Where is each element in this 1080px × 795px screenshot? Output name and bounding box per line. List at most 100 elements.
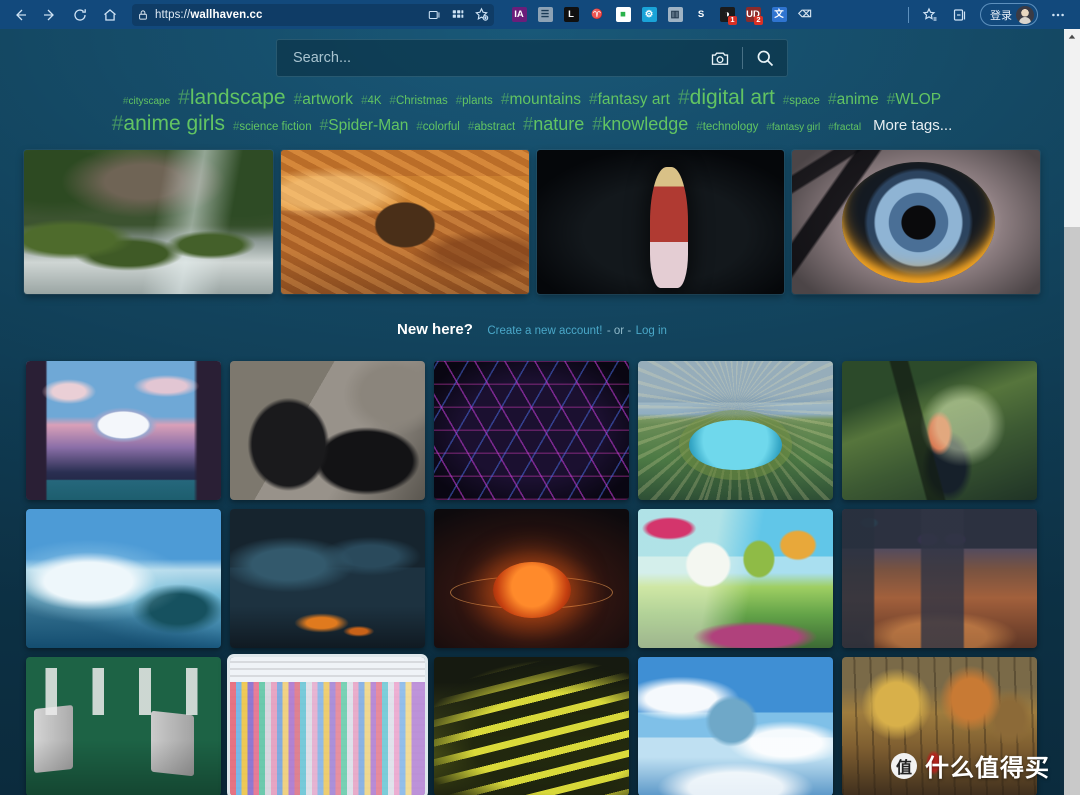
tag-anime-girls[interactable]: #anime girls — [112, 111, 225, 137]
featured-pinecone-autumn-leaves-image — [280, 150, 529, 295]
tag-fantasy-girl[interactable]: #fantasy girl — [766, 122, 820, 134]
hash-icon: # — [782, 95, 790, 107]
hash-icon: # — [696, 120, 703, 133]
thumb-autumn-forest-red-figure-image — [842, 657, 1037, 795]
thumb-yellow-terraced-steps-image — [434, 657, 629, 795]
browser-viewport: #cityscape #landscape #artwork #4K #Christma… — [0, 29, 1080, 795]
tag-nature[interactable]: #nature — [523, 114, 584, 136]
card-deck-right — [150, 710, 194, 777]
user-avatar[interactable] — [1016, 5, 1034, 24]
home-icon[interactable] — [96, 3, 124, 27]
scrollbar-thumb[interactable] — [1064, 29, 1080, 227]
camera-search-icon[interactable] — [698, 39, 742, 77]
hash-icon: # — [886, 91, 896, 108]
page-scrollbar[interactable] — [1064, 29, 1080, 795]
add-favorite-icon[interactable] — [474, 7, 489, 22]
more-options-icon[interactable] — [1044, 3, 1072, 27]
thumb-autumn-forest-red-figure[interactable] — [842, 657, 1037, 795]
thumb-stormy-clouds-fire[interactable] — [230, 509, 425, 649]
thumb-crater-lake-landscape[interactable] — [638, 361, 833, 501]
search-input[interactable] — [293, 50, 698, 66]
firefox-shield-extension[interactable]: ♈ — [584, 3, 610, 27]
thumb-spring-blossom-tree[interactable] — [638, 509, 833, 649]
create-account-link[interactable]: Create a new account! — [487, 325, 602, 337]
login-button[interactable]: 登录 — [980, 3, 1038, 26]
green-note-extension-glyph: ■ — [615, 7, 631, 22]
forward-arrow-icon[interactable] — [36, 3, 64, 27]
tag-colorful[interactable]: #colorful — [416, 120, 459, 134]
thumb-red-planet-ring-castle[interactable] — [434, 509, 629, 649]
thumb-neon-hexagon-abstract[interactable] — [434, 361, 629, 501]
thumb-anime-girls-group[interactable] — [230, 657, 425, 795]
featured-pinecone-autumn-leaves[interactable] — [280, 150, 529, 295]
thumb-anime-sky-mountain[interactable] — [638, 657, 833, 795]
tag-landscape[interactable]: #landscape — [178, 85, 285, 111]
green-note-extension[interactable]: ■ — [610, 3, 636, 27]
blue-gear-extension[interactable]: ⚙ — [636, 3, 662, 27]
tag-cityscape[interactable]: #cityscape — [123, 96, 170, 108]
hash-icon: # — [588, 91, 598, 108]
clipboard-extension[interactable]: ⌫ — [792, 3, 818, 27]
tag-wlop[interactable]: #WLOP — [887, 91, 941, 110]
more-tags-link[interactable]: More tags... — [873, 117, 952, 135]
featured-fire-eye-closeup[interactable] — [792, 150, 1040, 295]
log-in-link[interactable]: Log in — [636, 325, 667, 337]
tag-fantasy-art[interactable]: #fantasy art — [589, 91, 670, 110]
tag-technology[interactable]: #technology — [696, 120, 758, 134]
thumb-pixel-cyberpunk-city[interactable] — [842, 509, 1037, 649]
s-extension-glyph: S — [697, 8, 705, 20]
book-extension[interactable]: ▥ — [662, 3, 688, 27]
tag-digital-art[interactable]: #digital art — [678, 85, 775, 111]
tag-anime[interactable]: #anime — [828, 91, 879, 110]
search-icon[interactable] — [743, 39, 787, 77]
internet-archive-extension-glyph: IA — [511, 7, 527, 22]
thumb-pixel-fuji-sunset[interactable] — [26, 361, 221, 501]
tag-knowledge[interactable]: #knowledge — [592, 114, 688, 136]
new-here-bar: New here? Create a new account! - or - L… — [0, 294, 1064, 361]
hash-icon: # — [455, 95, 463, 107]
featured-banner — [0, 136, 1064, 295]
tag-4k[interactable]: #4K — [361, 94, 381, 108]
hash-icon: # — [592, 113, 603, 134]
s-extension[interactable]: S — [688, 3, 714, 27]
tag-artwork[interactable]: #artwork — [294, 91, 353, 110]
translate-extension[interactable]: 文 — [766, 3, 792, 27]
internet-archive-extension[interactable]: IA — [506, 3, 532, 27]
new-here-title: New here? — [397, 321, 473, 339]
thumb-yellow-terraced-steps[interactable] — [434, 657, 629, 795]
featured-mossy-watermill-stream[interactable] — [24, 150, 273, 295]
tag-plants[interactable]: #plants — [456, 94, 493, 108]
tag-abstract[interactable]: #abstract — [468, 120, 515, 134]
collections-icon[interactable] — [946, 3, 974, 27]
hash-icon: # — [389, 95, 396, 107]
tag-christmas[interactable]: #Christmas — [390, 94, 448, 108]
thumb-redhead-swordswoman-forest[interactable] — [842, 361, 1037, 501]
dictionary-extension[interactable]: L — [558, 3, 584, 27]
split-screen-icon[interactable] — [428, 8, 442, 22]
tag-mountains[interactable]: #mountains — [501, 91, 581, 110]
tag-science-fiction[interactable]: #science fiction — [233, 120, 312, 134]
thumb-woman-black-dress-sofa[interactable] — [230, 361, 425, 501]
ud-dictionary-extension[interactable]: UD 2 — [740, 3, 766, 27]
thumb-solitaire-card-table[interactable] — [26, 657, 221, 795]
back-arrow-icon[interactable] — [6, 3, 34, 27]
tag-space[interactable]: #space — [783, 94, 820, 108]
url-bar[interactable]: https://wallhaven.cc — [132, 3, 494, 26]
tag-spider-man[interactable]: #Spider-Man — [320, 117, 409, 136]
new-here-separator: - or - — [606, 325, 632, 338]
thumb-stormy-clouds-fire-image — [230, 509, 425, 649]
reload-icon[interactable] — [66, 3, 94, 27]
wallhaven-page: #cityscape #landscape #artwork #4K #Christma… — [0, 29, 1064, 795]
favorites-star-icon[interactable] — [916, 3, 944, 27]
thumb-ice-ocean-wave[interactable] — [26, 509, 221, 649]
reading-list-extension[interactable]: ☰ — [532, 3, 558, 27]
hash-icon: # — [361, 95, 368, 107]
panda-extension[interactable]: ◑ 1 — [714, 3, 740, 27]
scroll-up-arrow[interactable] — [1064, 29, 1080, 45]
featured-anime-girl-braid-dark[interactable] — [536, 150, 785, 295]
dictionary-extension-glyph: L — [563, 7, 579, 22]
ud-dictionary-extension-badge: 2 — [754, 15, 763, 25]
tag-fractal[interactable]: #fractal — [828, 122, 861, 134]
search-box[interactable] — [276, 39, 788, 77]
apps-grid-icon[interactable] — [451, 8, 465, 22]
